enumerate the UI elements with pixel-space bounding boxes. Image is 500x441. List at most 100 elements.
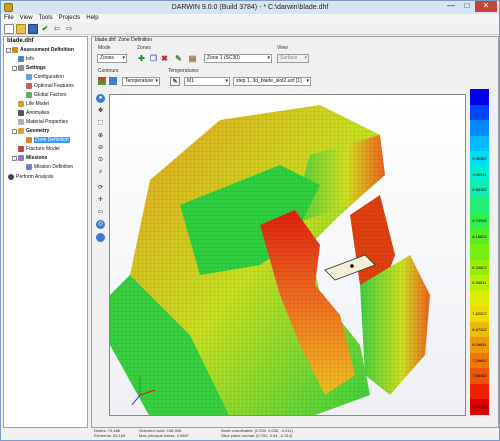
pan-icon[interactable]: ✥ xyxy=(96,107,105,116)
contour-settings-icon[interactable] xyxy=(109,77,117,85)
fracture-model-icon xyxy=(18,146,24,152)
select-box-icon[interactable]: ⬚ xyxy=(96,119,105,128)
tree-item-zone-definition[interactable]: Zone Definition xyxy=(26,136,70,144)
collapse-icon[interactable]: - xyxy=(12,155,17,161)
app-window: DARWIN 9.0.0 (Build 3784) - * C:\darwin\… xyxy=(0,0,500,441)
temperature-select-value: M1 xyxy=(187,78,194,84)
tree-item-perform-analysis[interactable]: Perform Analysis xyxy=(8,173,54,181)
tree-item-missions[interactable]: - Missions xyxy=(12,154,47,162)
view-label: View xyxy=(277,45,288,51)
new-file-icon[interactable] xyxy=(4,23,14,34)
close-button[interactable]: ✕ xyxy=(475,1,497,12)
check-icon[interactable]: ✔ xyxy=(40,24,50,34)
zoom-window-icon[interactable]: ⌕ xyxy=(96,168,105,177)
legend-cell: 8.26802 xyxy=(470,259,489,275)
legend-cell xyxy=(470,290,489,306)
tree-item-settings[interactable]: - Settings xyxy=(12,64,46,72)
legend-cell: 8.16802 xyxy=(470,228,489,244)
tree-item-optional-features[interactable]: Optional Features xyxy=(26,82,74,90)
collapse-icon[interactable]: - xyxy=(6,47,11,53)
sphere-icon[interactable] xyxy=(96,233,105,242)
collapse-icon[interactable]: - xyxy=(12,65,17,71)
copy-zone-icon[interactable]: ❐ xyxy=(149,54,158,63)
zoom-out-icon[interactable]: ⊖ xyxy=(96,144,105,153)
step-select[interactable]: step 1, 3d_blade_slot2.uof [1] ▾ xyxy=(233,77,311,86)
chevron-down-icon: ▾ xyxy=(225,78,228,84)
contour-select-value: Temperature xyxy=(125,78,154,84)
temperature-select[interactable]: M1 ▾ xyxy=(184,77,230,86)
save-icon[interactable] xyxy=(28,23,38,34)
menu-bar: File View Tools Projects Help xyxy=(1,14,499,23)
legend-cell: 8.95841 xyxy=(470,275,489,291)
step-select-value: step 1, 3d_blade_slot2.uof [1] xyxy=(236,78,302,84)
back-arrow-icon[interactable]: ⇦ xyxy=(52,24,62,34)
legend-cell xyxy=(470,197,489,213)
view-select[interactable]: Surface ▾ xyxy=(277,54,309,63)
menu-help[interactable]: Help xyxy=(83,14,101,23)
tree-item-info[interactable]: Info xyxy=(18,55,34,63)
status-bar: Nodes: 73,486 Elements: 63,165 Selected … xyxy=(91,428,499,440)
tree-item-anomalies[interactable]: Anomalies xyxy=(18,109,49,117)
zoom-in-icon[interactable]: ⊕ xyxy=(96,132,105,141)
info-icon xyxy=(18,56,24,62)
tree-item-life-model[interactable]: Life Model xyxy=(18,100,49,108)
status-slice-normal: Slice plane normal: (0.782, 0.04, -0.312… xyxy=(221,433,293,438)
legend-cell: 9.36582 xyxy=(470,151,489,167)
probe-icon[interactable]: ✛ xyxy=(96,196,105,205)
forward-arrow-icon[interactable]: ⇨ xyxy=(64,24,74,34)
status-elements: Elements: 63,165 xyxy=(94,433,126,438)
configuration-icon xyxy=(26,74,32,80)
zone-properties-icon[interactable]: ▤ xyxy=(188,54,197,63)
collapse-icon[interactable]: - xyxy=(12,128,17,134)
blade-model-render[interactable] xyxy=(110,95,466,416)
menu-file[interactable]: File xyxy=(1,14,17,23)
tree-item-global-factors[interactable]: Global Factors xyxy=(26,91,67,99)
menu-tools[interactable]: Tools xyxy=(36,14,56,23)
title-bar: DARWIN 9.0.0 (Build 3784) - * C:\darwin\… xyxy=(1,1,499,14)
minimize-button[interactable]: — xyxy=(443,1,459,12)
chevron-down-icon: ▾ xyxy=(304,55,307,61)
tree-item-geometry[interactable]: - Geometry xyxy=(12,127,49,135)
tree-item-material-properties[interactable]: Material Properties xyxy=(18,118,68,126)
slice-plane-icon[interactable]: ▭ xyxy=(96,208,105,217)
tree-item-assessment-definition[interactable]: - Assessment Definition xyxy=(6,46,74,54)
legend-cell xyxy=(470,120,489,136)
life-model-icon xyxy=(18,101,24,107)
legend-cell: 8.67282 xyxy=(470,321,489,337)
chevron-down-icon: ▾ xyxy=(122,55,125,61)
material-properties-icon xyxy=(18,119,24,125)
temperatures-label: Temperatures xyxy=(168,68,199,74)
tree-item-fracture-model[interactable]: Fracture Model xyxy=(18,145,60,153)
legend-cell xyxy=(470,104,489,120)
open-folder-icon[interactable] xyxy=(16,23,26,34)
menu-projects[interactable]: Projects xyxy=(56,14,84,23)
target-icon[interactable]: ◎ xyxy=(96,220,105,229)
settings-icon xyxy=(18,65,24,71)
zone-select[interactable]: Zone 1 (SC30) ▾ xyxy=(204,54,272,63)
menu-view[interactable]: View xyxy=(17,14,36,23)
global-factors-icon xyxy=(26,92,32,98)
model-viewport[interactable] xyxy=(109,94,466,416)
tree-item-configuration[interactable]: Configuration xyxy=(26,73,64,81)
zones-label: Zones xyxy=(137,45,151,51)
globe-icon[interactable]: ● xyxy=(96,94,105,103)
add-zone-icon[interactable]: ✚ xyxy=(137,54,146,63)
mode-select[interactable]: Zones ▾ xyxy=(97,54,127,63)
tree-item-mission-definition[interactable]: Mission Definition xyxy=(26,163,73,171)
panel-header: blade.dhf: Zone Definition xyxy=(95,37,152,43)
edit-zone-icon[interactable]: ✎ xyxy=(174,54,183,63)
legend-cell xyxy=(470,383,489,399)
geometry-icon xyxy=(18,128,24,134)
contour-select[interactable]: Temperature ▾ xyxy=(122,77,160,86)
delete-zone-icon[interactable]: ✖ xyxy=(160,54,169,63)
contour-color-icon[interactable] xyxy=(98,77,106,85)
temperature-file-icon[interactable]: ✎ xyxy=(170,77,180,86)
maximize-button[interactable]: □ xyxy=(459,1,475,12)
rotate-icon[interactable]: ⟳ xyxy=(96,184,105,193)
legend-cell: 8.09851 xyxy=(470,337,489,353)
legend-cell: 9.40911 xyxy=(470,166,489,182)
mode-label: Mode xyxy=(98,45,111,51)
legend-cell: 7.29842 xyxy=(470,352,489,368)
zoom-fit-icon[interactable]: ⊙ xyxy=(96,156,105,165)
app-icon xyxy=(4,3,13,12)
